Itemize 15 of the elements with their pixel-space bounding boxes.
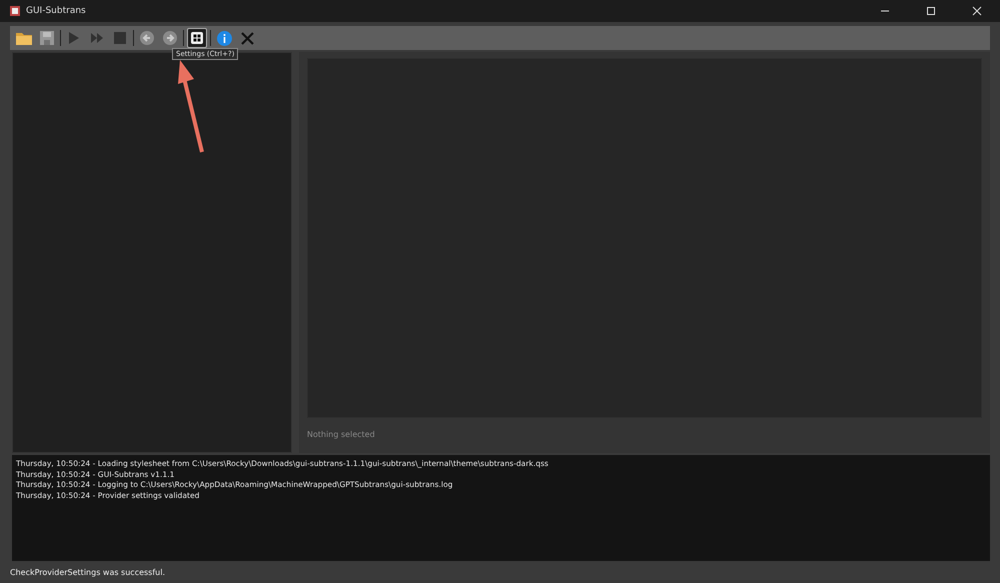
status-bar-text: CheckProviderSettings was successful. [9,567,166,579]
settings-button[interactable] [187,28,207,48]
crossed-tools-icon [240,32,254,44]
app-icon [10,6,20,16]
left-arrow-circle-icon [140,31,154,45]
selection-status: Nothing selected [307,429,376,441]
folder-icon [16,31,32,45]
fast-forward-icon [91,33,103,43]
grid-icon [191,32,203,44]
right-arrow-circle-icon [163,31,177,45]
window-title: GUI-Subtrans [26,6,87,16]
info-button[interactable] [214,28,234,48]
play-icon [69,32,79,44]
stop-icon [114,32,126,44]
info-icon [216,30,232,46]
